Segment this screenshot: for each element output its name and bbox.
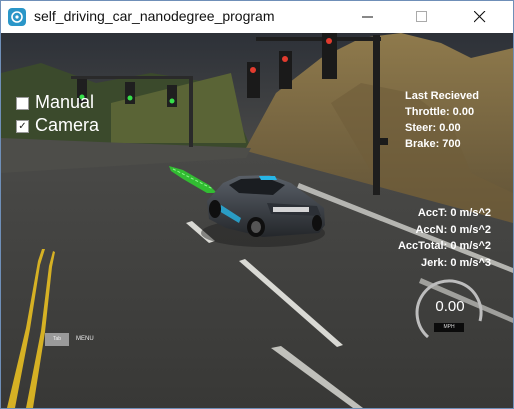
throttle-readout: Throttle: 0.00 <box>405 106 475 118</box>
menu-button-label: Tab <box>52 336 62 342</box>
app-icon <box>8 8 26 26</box>
minimize-icon <box>362 16 373 18</box>
simulation-viewport[interactable]: Manual ✓ Camera Last Recieved Throttle: … <box>1 33 513 408</box>
camera-label: Camera <box>35 115 100 135</box>
menu-button[interactable]: Tab <box>45 333 69 346</box>
acc-total-readout: AccTotal: 0 m/s^2 <box>397 240 491 252</box>
acc-t-readout: AccT: 0 m/s^2 <box>417 207 491 219</box>
camera-checkbox[interactable]: ✓ <box>16 120 29 133</box>
brake-readout: Brake: 700 <box>405 138 461 150</box>
close-icon <box>474 11 486 23</box>
acceleration-panel: AccT: 0 m/s^2 AccN: 0 m/s^2 AccTotal: 0 … <box>398 205 491 271</box>
telemetry-heading: Last Recieved <box>405 90 479 102</box>
window-title: self_driving_car_nanodegree_program <box>34 8 275 24</box>
simulator-window: self_driving_car_nanodegree_program Manu… <box>0 0 514 409</box>
close-button[interactable] <box>457 1 503 33</box>
checkmark-icon: ✓ <box>18 121 27 132</box>
acc-n-readout: AccN: 0 m/s^2 <box>415 223 491 236</box>
manual-checkbox[interactable] <box>16 97 29 110</box>
jerk-readout: Jerk: 0 m/s^3 <box>420 256 491 269</box>
maximize-icon <box>416 11 427 22</box>
manual-label: Manual <box>35 92 95 112</box>
maximize-button[interactable] <box>399 1 445 33</box>
menu-label: MENU <box>76 336 94 342</box>
speed-value: 0.00 <box>435 298 465 315</box>
telemetry-panel: Last Recieved Throttle: 0.00 Steer: 0.00… <box>405 88 479 152</box>
speed-unit: MPH <box>434 323 464 332</box>
steer-readout: Steer: 0.00 <box>405 122 461 134</box>
minimize-button[interactable] <box>345 1 391 33</box>
speedometer: 0.00 MPH <box>414 275 486 347</box>
title-bar[interactable]: self_driving_car_nanodegree_program <box>1 1 513 33</box>
